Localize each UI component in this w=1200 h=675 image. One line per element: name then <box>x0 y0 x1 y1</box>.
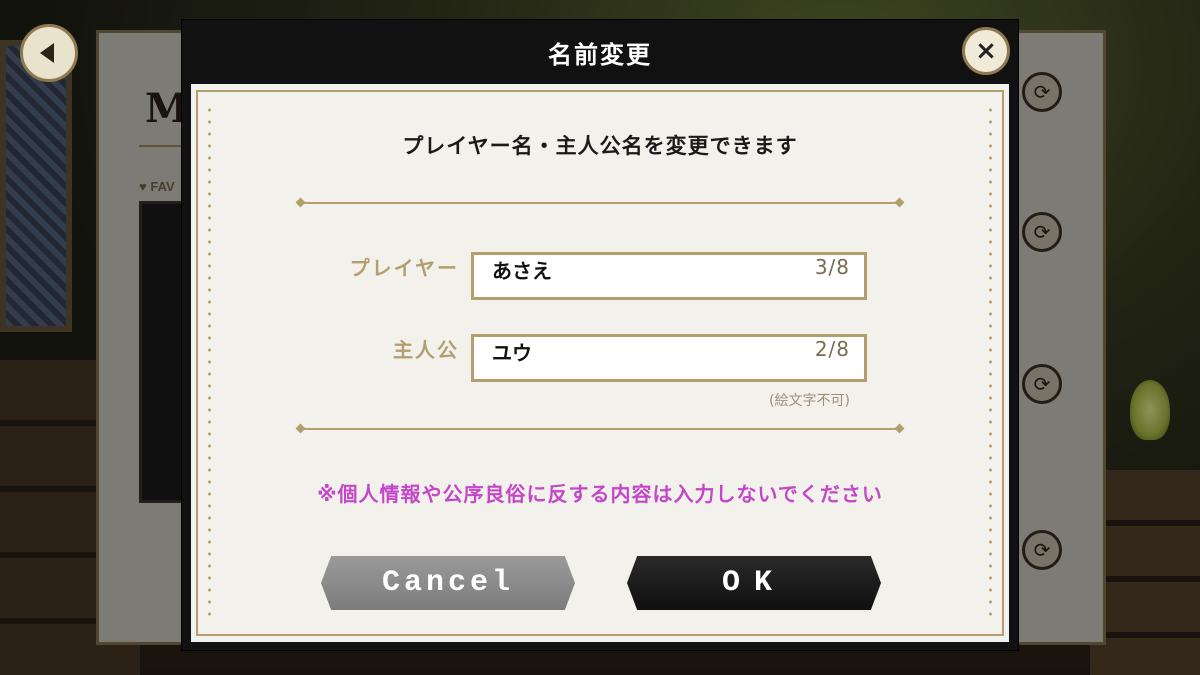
dialog-body: プレイヤー名・主人公名を変更できます プレイヤー あさえ 3/8 主人公 ユウ … <box>191 84 1009 642</box>
hero-name-input[interactable]: ユウ 2/8 <box>471 334 867 382</box>
hero-name-label: 主人公 <box>393 338 459 362</box>
hero-name-row: 主人公 ユウ 2/8 <box>191 334 1009 382</box>
hero-name-value: ユウ <box>492 341 532 365</box>
dialog-header: 名前変更 <box>182 20 1018 84</box>
player-name-input[interactable]: あさえ 3/8 <box>471 252 867 300</box>
player-name-row: プレイヤー あさえ 3/8 <box>191 252 1009 300</box>
cancel-button[interactable]: Cancel <box>321 556 575 610</box>
ok-button[interactable]: OK <box>627 556 881 610</box>
hero-name-count: 2/8 <box>814 337 850 361</box>
dialog-title: 名前変更 <box>548 40 652 69</box>
close-button[interactable]: × <box>962 27 1010 75</box>
player-name-count: 3/8 <box>814 255 850 279</box>
back-button[interactable] <box>20 24 78 82</box>
warning-text: ※個人情報や公序良俗に反する内容は入力しないでください <box>317 482 883 506</box>
emoji-note: (絵文字不可) <box>769 393 850 409</box>
rename-dialog: 名前変更 × プレイヤー名・主人公名を変更できます プレイヤー あさえ 3/8 … <box>182 20 1018 650</box>
dialog-subtitle: プレイヤー名・主人公名を変更できます <box>402 134 798 158</box>
close-icon: × <box>975 36 997 66</box>
divider-top <box>301 202 899 204</box>
player-name-value: あさえ <box>492 259 552 283</box>
chevron-left-icon <box>40 43 54 63</box>
player-name-label: プレイヤー <box>349 256 459 280</box>
divider-bottom <box>301 428 899 430</box>
